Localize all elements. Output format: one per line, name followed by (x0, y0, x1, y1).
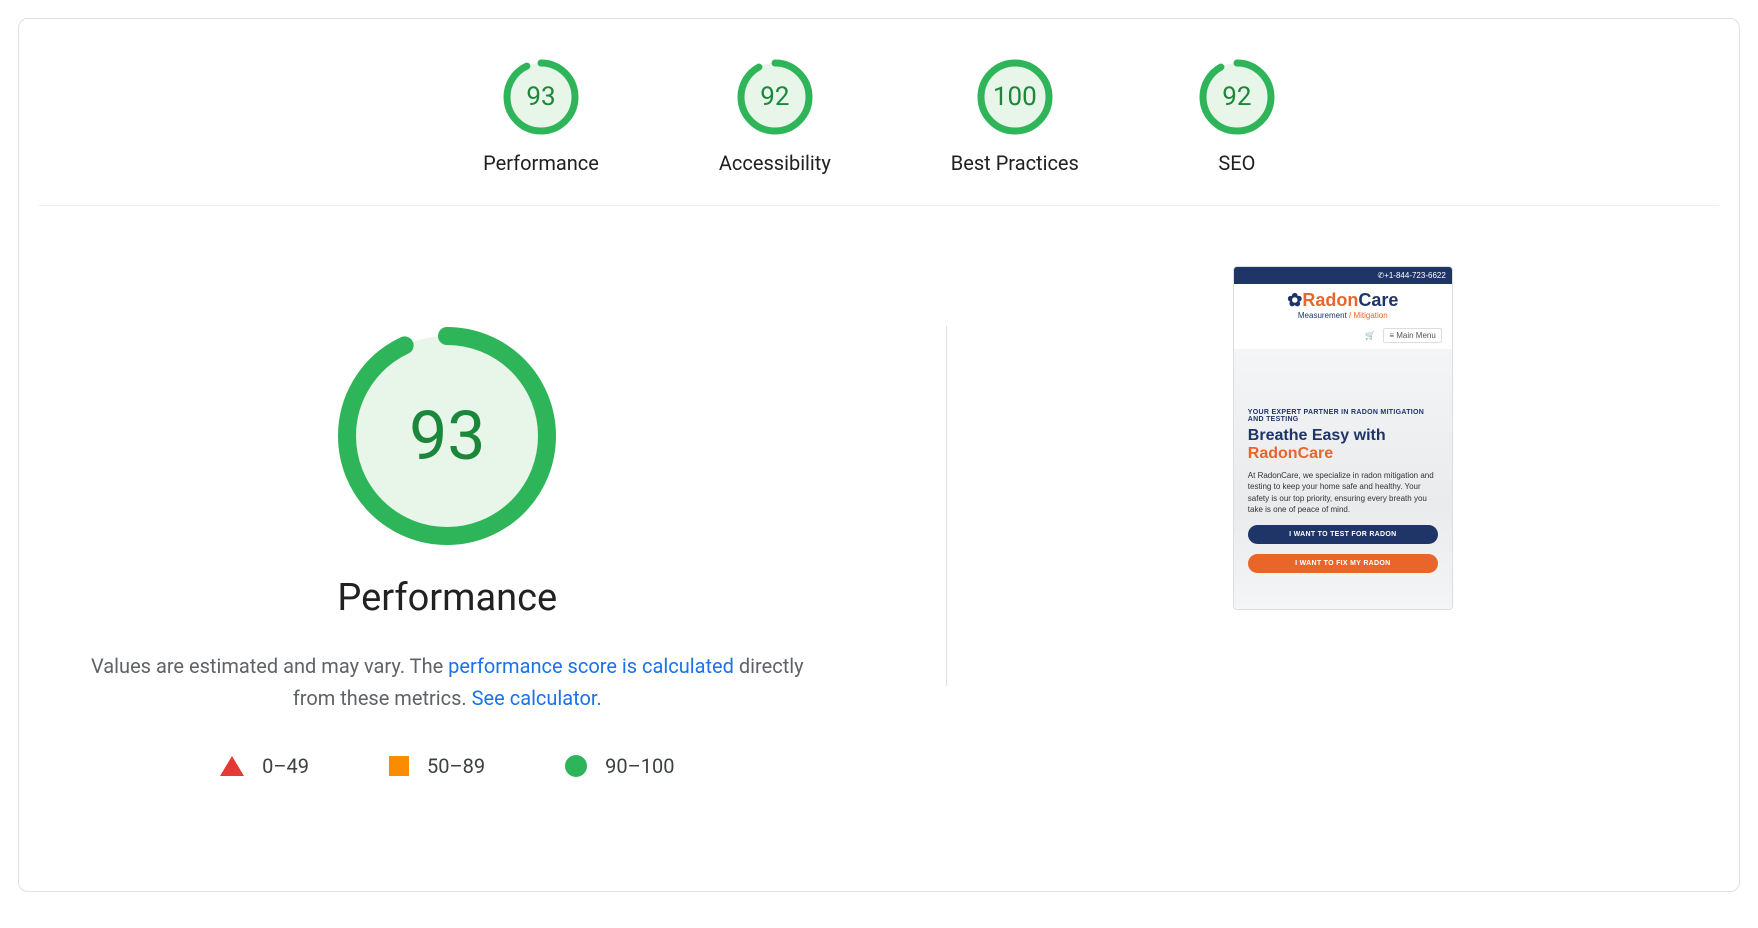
headline-b: RadonCare (1248, 445, 1333, 462)
category-gauges-row: 93 Performance 92 Accessibility 100 Best… (39, 19, 1719, 206)
logo-part1: Radon (1302, 290, 1358, 310)
preview-eyebrow: YOUR EXPERT PARTNER IN RADON MITIGATION … (1248, 409, 1438, 423)
gauge-seo-label: SEO (1218, 151, 1255, 175)
preview-menu-bar: 🛒 ≡ Main Menu (1234, 322, 1452, 349)
square-icon (389, 756, 409, 776)
legend-pass: 90–100 (565, 754, 674, 778)
gauge-best-practices-value: 100 (977, 59, 1053, 135)
legend-pass-range: 90–100 (605, 754, 674, 778)
link-score-calculated[interactable]: performance score is calculated (448, 654, 734, 678)
report-card: 93 Performance 92 Accessibility 100 Best… (18, 18, 1740, 892)
gauge-accessibility-value: 92 (737, 59, 813, 135)
preview-paragraph: At RadonCare, we specialize in radon mit… (1248, 470, 1438, 515)
performance-detail-section: 93 Performance Values are estimated and … (19, 326, 1739, 686)
preview-cta-fix: I WANT TO FIX MY RADON (1248, 554, 1438, 573)
performance-description: Values are estimated and may vary. The p… (87, 650, 807, 714)
gauge-accessibility-label: Accessibility (719, 151, 831, 175)
gauge-best-practices[interactable]: 100 Best Practices (951, 59, 1079, 175)
preview-topbar: ✆+1-844-723-6622 (1234, 267, 1452, 284)
preview-tagline: Measurement / Mitigation (1242, 311, 1444, 320)
gauge-performance-label: Performance (483, 151, 599, 175)
legend-fail-range: 0–49 (262, 754, 309, 778)
mobile-preview-frame: ✆+1-844-723-6622 ✿RadonCare Measurement … (1233, 266, 1453, 610)
preview-headline: Breathe Easy with RadonCare (1248, 427, 1438, 462)
gauge-performance-ring: 93 (503, 59, 579, 135)
gauge-seo-value: 92 (1199, 59, 1275, 135)
preview-phone-number: +1-844-723-6622 (1384, 271, 1446, 280)
legend-fail: 0–49 (220, 754, 309, 778)
link-see-calculator[interactable]: See calculator. (472, 686, 602, 710)
preview-logo-row: ✿RadonCare Measurement / Mitigation (1234, 284, 1452, 322)
gauge-accessibility[interactable]: 92 Accessibility (719, 59, 831, 175)
tagline-a: Measurement (1298, 311, 1347, 320)
circle-icon (565, 755, 587, 777)
preview-hero: YOUR EXPERT PARTNER IN RADON MITIGATION … (1234, 349, 1452, 609)
performance-large-value: 93 (337, 326, 557, 546)
headline-a: Breathe Easy with (1248, 427, 1386, 444)
legend-average: 50–89 (389, 754, 485, 778)
gauge-seo-ring: 92 (1199, 59, 1275, 135)
tagline-b: Mitigation (1353, 311, 1387, 320)
gauge-accessibility-ring: 92 (737, 59, 813, 135)
logo-icon: ✿ (1287, 290, 1302, 310)
legend-average-range: 50–89 (427, 754, 485, 778)
score-legend: 0–49 50–89 90–100 (220, 754, 674, 778)
preview-logo: ✿RadonCare (1287, 290, 1398, 310)
triangle-icon (220, 756, 244, 776)
gauge-best-practices-label: Best Practices (951, 151, 1079, 175)
gauge-performance[interactable]: 93 Performance (483, 59, 599, 175)
performance-title: Performance (337, 576, 557, 620)
gauge-seo[interactable]: 92 SEO (1199, 59, 1275, 175)
desc-prefix: Values are estimated and may vary. The (91, 654, 448, 678)
preview-cta-test: I WANT TO TEST FOR RADON (1248, 525, 1438, 544)
page-screenshot-thumbnail: ✆+1-844-723-6622 ✿RadonCare Measurement … (947, 266, 1739, 686)
logo-part2: Care (1358, 290, 1398, 310)
gauge-best-practices-ring: 100 (977, 59, 1053, 135)
performance-summary-block: 93 Performance Values are estimated and … (0, 326, 947, 686)
main-menu-button: ≡ Main Menu (1383, 328, 1441, 343)
gauge-performance-value: 93 (503, 59, 579, 135)
cart-icon: 🛒 (1365, 331, 1375, 340)
performance-large-gauge: 93 (337, 326, 557, 546)
